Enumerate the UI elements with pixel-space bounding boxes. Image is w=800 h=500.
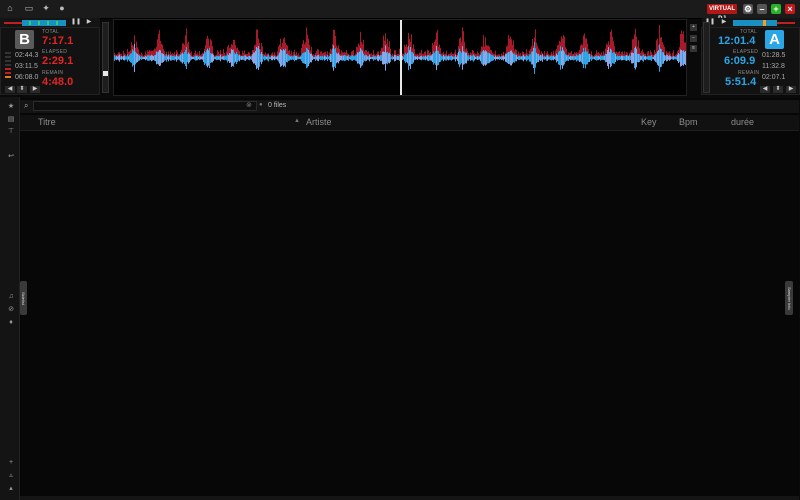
remove-icon[interactable]: ▵ [7, 472, 15, 480]
top-bar [0, 0, 800, 19]
settings-icon[interactable]: ⚙ [743, 4, 753, 14]
play-button[interactable]: ▶ [85, 19, 93, 26]
cue-time: 11:32.8 [762, 63, 785, 70]
add-icon[interactable]: + [7, 459, 15, 467]
file-list[interactable] [20, 131, 799, 496]
right-mini-waveform[interactable] [733, 20, 795, 26]
monitor-icon[interactable]: ▭ [24, 4, 34, 13]
back-icon[interactable]: ↩ [7, 153, 15, 161]
sync-button[interactable]: ⬍ [773, 86, 783, 93]
column-key[interactable]: Key [641, 117, 657, 127]
level-meter [5, 52, 11, 82]
folder-icon[interactable]: ▤ [7, 116, 15, 124]
scrolling-waveform[interactable] [114, 20, 686, 95]
mic-icon[interactable]: ♦ [7, 319, 15, 327]
deck-letter[interactable]: A [765, 30, 784, 49]
next-button[interactable]: ▶ [786, 86, 796, 93]
minimize-icon[interactable]: – [757, 4, 767, 14]
close-icon[interactable]: × [785, 4, 795, 14]
bottom-status-strip [20, 496, 799, 500]
elapsed-time: 6:09.9 [724, 55, 756, 67]
cue-time: 02:44.3 [15, 52, 39, 59]
app-logo: VIRTUAL DJ [707, 4, 737, 22]
elapsed-time: 2:29.1 [42, 55, 74, 67]
up-icon[interactable]: ▴ [7, 485, 15, 493]
link-icon[interactable]: ⊘ [7, 306, 15, 314]
zoom-in-button[interactable]: + [690, 24, 697, 31]
column-bpm[interactable]: Bpm [679, 117, 698, 127]
waveform-display[interactable] [113, 19, 687, 96]
pitch-slider[interactable] [102, 22, 109, 93]
star-icon[interactable]: ★ [7, 103, 15, 111]
column-duration[interactable]: durée [731, 117, 754, 127]
sort-asc-icon[interactable]: ▲ [294, 118, 300, 124]
sampler-info-tab[interactable]: Sampler Info [785, 281, 793, 315]
cue-time: 02:07.1 [762, 74, 786, 81]
remain-time: 4:48.0 [42, 76, 74, 88]
search-input[interactable] [33, 101, 257, 111]
deck-letter[interactable]: B [15, 30, 34, 49]
cue-time: 01:28.5 [762, 52, 786, 59]
prev-button[interactable]: ◀ [5, 86, 15, 93]
pause-button[interactable]: ❚❚ [71, 19, 81, 26]
zoom-out-button[interactable]: − [690, 35, 697, 42]
prev-button[interactable]: ◀ [760, 86, 770, 93]
waveform-mode-button[interactable]: ≡ [690, 45, 697, 52]
pitch-slider[interactable] [703, 22, 710, 93]
pitch-handle[interactable] [103, 71, 108, 76]
status-dot-icon: ● [259, 102, 263, 108]
sidelist-tab[interactable]: Sidelist [20, 281, 27, 315]
total-time: 7:17.1 [42, 35, 74, 47]
file-count: 0 files [268, 102, 287, 109]
left-mini-waveform[interactable] [4, 20, 66, 26]
network-icon[interactable]: ✦ [41, 4, 51, 13]
playhead-marker [400, 20, 402, 95]
search-icon[interactable]: ⌕ [24, 101, 28, 111]
clear-search-icon[interactable]: ⊗ [246, 101, 252, 109]
total-time: 12:01.4 [718, 35, 756, 47]
cue-time: 06:08.0 [15, 74, 39, 81]
record-icon[interactable]: ● [57, 4, 67, 13]
cue-time: 03:11.5 [15, 63, 38, 70]
music-note-icon[interactable]: ♫ [7, 293, 15, 301]
column-title[interactable]: Titre [38, 117, 56, 127]
remain-time: 5:51.4 [725, 76, 757, 88]
maximize-icon[interactable]: + [771, 4, 781, 14]
play-button[interactable]: ▶ [720, 19, 728, 26]
filter-icon[interactable]: ⊤ [7, 128, 15, 136]
next-button[interactable]: ▶ [30, 86, 40, 93]
folder-icon[interactable]: ⌂ [5, 4, 15, 13]
column-artist[interactable]: Artiste [306, 117, 332, 127]
sync-button[interactable]: ⬍ [17, 86, 27, 93]
